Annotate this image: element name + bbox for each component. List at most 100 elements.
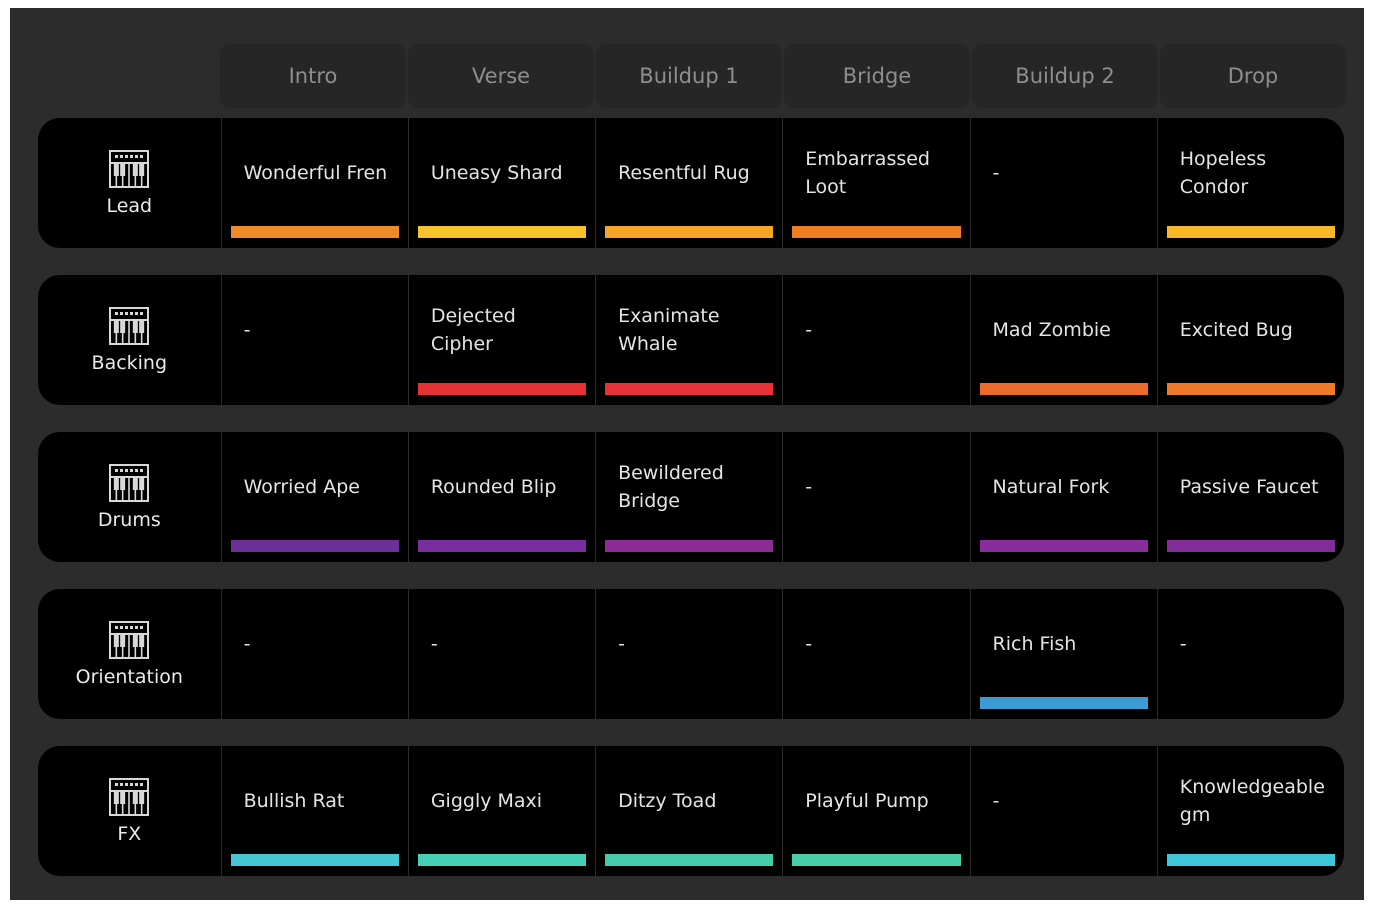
clip-color-bar — [1166, 540, 1335, 552]
clip-name: - — [243, 319, 251, 341]
empty-clip-slot[interactable]: - — [782, 432, 969, 562]
clip-name: Giggly Maxi — [430, 790, 543, 812]
empty-clip-slot[interactable]: - — [782, 589, 969, 719]
clip-name: - — [805, 633, 813, 655]
clip-name: - — [430, 633, 438, 655]
section-header-drop[interactable]: Drop — [1160, 44, 1346, 108]
clip-cell[interactable]: Knowledgeable gm — [1156, 746, 1344, 876]
empty-clip-slot[interactable]: - — [595, 589, 782, 719]
clip-cell[interactable]: Bullish Rat — [220, 746, 408, 876]
empty-clip-slot[interactable]: - — [220, 275, 408, 405]
section-header-buildup-1[interactable]: Buildup 1 — [596, 44, 782, 108]
keyboard-icon — [109, 778, 150, 816]
clip-cell[interactable]: Hopeless Condor — [1156, 118, 1344, 248]
clip-color-bar — [605, 854, 774, 866]
keyboard-icon — [109, 464, 150, 502]
clip-color-bar — [417, 540, 587, 552]
clip-color-bar — [979, 697, 1148, 709]
clip-name: - — [992, 162, 1000, 184]
clip-name: - — [992, 790, 1000, 812]
clip-cell[interactable]: Giggly Maxi — [407, 746, 595, 876]
clip-cell[interactable]: Resentful Rug — [595, 118, 782, 248]
clip-cell[interactable]: Worried Ape — [220, 432, 408, 562]
track-header-orientation[interactable]: Orientation — [38, 589, 221, 719]
clip-name: Resentful Rug — [618, 162, 750, 184]
track-header-lead[interactable]: Lead — [38, 118, 221, 248]
keyboard-icon — [109, 150, 150, 188]
clip-name: Exanimate Whale — [618, 305, 720, 355]
track-header-fx[interactable]: FX — [38, 746, 221, 876]
clip-color-bar — [230, 226, 399, 238]
clip-cell[interactable]: Rich Fish — [969, 589, 1157, 719]
track-name: Orientation — [75, 666, 183, 688]
track-row-backing: Backing - Dejected Cipher Exanimate Whale - M… — [38, 275, 1344, 405]
clip-cell[interactable]: Uneasy Shard — [407, 118, 595, 248]
clip-name: - — [243, 633, 251, 655]
clip-cell[interactable]: Wonderful Fren — [220, 118, 408, 248]
clip-name: Bullish Rat — [243, 790, 345, 812]
clip-name: Rounded Blip — [430, 476, 557, 498]
clip-name: Ditzy Toad — [618, 790, 717, 812]
track-header-backing[interactable]: Backing — [38, 275, 221, 405]
clip-color-bar — [1166, 383, 1335, 395]
clip-cell[interactable]: Rounded Blip — [407, 432, 595, 562]
clip-name: Hopeless Condor — [1179, 148, 1267, 198]
empty-clip-slot[interactable]: - — [220, 589, 408, 719]
clip-cell[interactable]: Embarrassed Loot — [782, 118, 969, 248]
track-row-orientation: Orientation - - - - Rich Fish - — [38, 589, 1344, 719]
clip-name: Embarrassed Loot — [805, 148, 930, 198]
clip-name: Excited Bug — [1179, 319, 1293, 341]
clip-name: Bewildered Bridge — [618, 462, 724, 512]
track-name: FX — [117, 823, 142, 845]
keyboard-icon — [109, 621, 150, 659]
clip-color-bar — [417, 854, 587, 866]
clip-cell[interactable]: Passive Faucet — [1156, 432, 1344, 562]
clip-cell[interactable]: Dejected Cipher — [407, 275, 595, 405]
clip-color-bar — [230, 854, 399, 866]
clip-name: - — [805, 476, 813, 498]
track-name: Lead — [106, 195, 153, 217]
keyboard-icon — [109, 307, 150, 345]
clip-color-bar — [979, 383, 1148, 395]
section-header-bridge[interactable]: Bridge — [784, 44, 970, 108]
clip-name: - — [1179, 633, 1187, 655]
empty-clip-slot[interactable]: - — [782, 275, 969, 405]
section-header-verse[interactable]: Verse — [408, 44, 594, 108]
clip-name: Knowledgeable gm — [1179, 776, 1325, 826]
clip-name: - — [805, 319, 813, 341]
clip-name: Wonderful Fren — [243, 162, 388, 184]
track-row-drums: Drums Worried Ape Rounded Blip Bewildered B… — [38, 432, 1344, 562]
section-header-row: Intro Verse Buildup 1 Bridge Buildup 2 Drop — [220, 44, 1346, 108]
clip-cell[interactable]: Bewildered Bridge — [595, 432, 782, 562]
empty-clip-slot[interactable]: - — [1156, 589, 1344, 719]
clip-name: Worried Ape — [243, 476, 360, 498]
clip-cell[interactable]: Natural Fork — [969, 432, 1157, 562]
section-header-intro[interactable]: Intro — [220, 44, 406, 108]
clip-color-bar — [605, 226, 774, 238]
clip-cell[interactable]: Playful Pump — [782, 746, 969, 876]
clip-cell[interactable]: Exanimate Whale — [595, 275, 782, 405]
clip-color-bar — [979, 540, 1148, 552]
clip-name: Natural Fork — [992, 476, 1110, 498]
clip-name: Playful Pump — [805, 790, 929, 812]
clip-name: Uneasy Shard — [430, 162, 563, 184]
track-name: Drums — [97, 509, 161, 531]
clip-name: Passive Faucet — [1179, 476, 1319, 498]
empty-clip-slot[interactable]: - — [407, 589, 595, 719]
clip-color-bar — [605, 383, 774, 395]
track-header-drums[interactable]: Drums — [38, 432, 221, 562]
section-header-buildup-2[interactable]: Buildup 2 — [972, 44, 1158, 108]
track-row-lead: Lead Wonderful Fren Uneasy Shard Resentful … — [38, 118, 1344, 248]
empty-clip-slot[interactable]: - — [969, 746, 1157, 876]
clip-color-bar — [230, 540, 399, 552]
clip-cell[interactable]: Ditzy Toad — [595, 746, 782, 876]
clip-color-bar — [1166, 854, 1335, 866]
track-row-fx: FX Bullish Rat Giggly Maxi Ditzy Toad Playfu… — [38, 746, 1344, 876]
empty-clip-slot[interactable]: - — [969, 118, 1157, 248]
clip-color-bar — [417, 383, 587, 395]
clip-name: Rich Fish — [992, 633, 1077, 655]
clip-color-bar — [417, 226, 587, 238]
clip-color-bar — [792, 854, 961, 866]
clip-cell[interactable]: Mad Zombie — [969, 275, 1157, 405]
clip-cell[interactable]: Excited Bug — [1156, 275, 1344, 405]
